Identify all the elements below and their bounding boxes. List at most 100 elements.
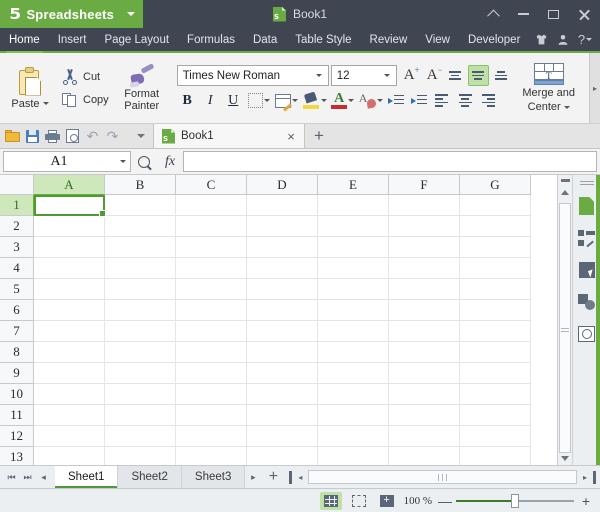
cell-b2[interactable]	[105, 216, 176, 237]
next-sheet-button[interactable]: ▸	[245, 466, 261, 488]
cell-c11[interactable]	[176, 405, 247, 426]
cell-a5[interactable]	[34, 279, 105, 300]
cell-e6[interactable]	[318, 300, 389, 321]
cell-d7[interactable]	[247, 321, 318, 342]
skin-icon[interactable]	[531, 27, 551, 52]
fill-color-button[interactable]	[302, 90, 328, 111]
row-header-12[interactable]: 12	[0, 426, 34, 447]
vertical-scroll-track[interactable]	[558, 199, 572, 453]
cell-g10[interactable]	[460, 384, 531, 405]
first-sheet-button[interactable]: ⏮	[5, 471, 18, 484]
column-header-a[interactable]: A	[34, 175, 105, 195]
sheet-tab-sheet2[interactable]: Sheet2	[118, 466, 182, 488]
align-center-button[interactable]	[455, 90, 476, 111]
tab-table-style[interactable]: Table Style	[286, 28, 360, 51]
cell-style-button[interactable]	[274, 90, 300, 111]
cell-c8[interactable]	[176, 342, 247, 363]
row-header-9[interactable]: 9	[0, 363, 34, 384]
tab-formulas[interactable]: Formulas	[178, 28, 244, 51]
cell-a2[interactable]	[34, 216, 105, 237]
tab-view[interactable]: View	[416, 28, 459, 51]
cell-g11[interactable]	[460, 405, 531, 426]
cell-c3[interactable]	[176, 237, 247, 258]
cell-g3[interactable]	[460, 237, 531, 258]
cell-f12[interactable]	[389, 426, 460, 447]
cell-a4[interactable]	[34, 258, 105, 279]
maximize-button[interactable]	[538, 0, 568, 28]
cell-e2[interactable]	[318, 216, 389, 237]
cell-c5[interactable]	[176, 279, 247, 300]
cell-b12[interactable]	[105, 426, 176, 447]
cell-f4[interactable]	[389, 258, 460, 279]
column-header-g[interactable]: G	[460, 175, 531, 195]
slider-knob[interactable]	[511, 493, 519, 508]
cell-g2[interactable]	[460, 216, 531, 237]
cell-f7[interactable]	[389, 321, 460, 342]
cell-b5[interactable]	[105, 279, 176, 300]
cell-a9[interactable]	[34, 363, 105, 384]
font-name-combobox[interactable]: Times New Roman	[176, 65, 329, 86]
cell-d10[interactable]	[247, 384, 318, 405]
format-painter-button[interactable]: Format Painter	[114, 55, 170, 121]
cell-g8[interactable]	[460, 342, 531, 363]
hscroll-left-stop[interactable]	[289, 470, 293, 484]
cell-d11[interactable]	[247, 405, 318, 426]
align-right-button[interactable]	[478, 90, 499, 111]
cell-g9[interactable]	[460, 363, 531, 384]
cell-a7[interactable]	[34, 321, 105, 342]
undo-icon[interactable]: ↶	[83, 127, 102, 146]
find-icon[interactable]	[131, 155, 157, 168]
scroll-down-button[interactable]	[558, 451, 572, 465]
cell-a10[interactable]	[34, 384, 105, 405]
customize-qat-icon[interactable]	[131, 127, 150, 146]
tab-review[interactable]: Review	[361, 28, 417, 51]
cell-c10[interactable]	[176, 384, 247, 405]
cell-a8[interactable]	[34, 342, 105, 363]
chevron-down-icon[interactable]	[380, 74, 394, 77]
row-header-5[interactable]: 5	[0, 279, 34, 300]
cell-g7[interactable]	[460, 321, 531, 342]
cell-c7[interactable]	[176, 321, 247, 342]
font-color-button[interactable]: A	[330, 90, 356, 111]
shrink-font-button[interactable]: A −	[422, 65, 443, 86]
underline-button[interactable]: U	[223, 90, 244, 111]
row-header-4[interactable]: 4	[0, 258, 34, 279]
align-left-button[interactable]	[432, 90, 453, 111]
help-icon[interactable]: ?	[575, 27, 595, 52]
normal-view-button[interactable]	[319, 491, 342, 510]
align-middle-button[interactable]	[467, 65, 489, 86]
vertical-scroll-thumb[interactable]	[559, 203, 571, 453]
new-document-icon[interactable]	[576, 195, 598, 217]
cell-e12[interactable]	[318, 426, 389, 447]
horizontal-scrollbar[interactable]: ◂ ▸	[285, 466, 600, 488]
cell-c2[interactable]	[176, 216, 247, 237]
sidebar-grip[interactable]	[579, 181, 594, 185]
collapse-ribbon-button[interactable]	[478, 0, 508, 28]
row-header-11[interactable]: 11	[0, 405, 34, 426]
cell-f1[interactable]	[389, 195, 460, 216]
hscroll-right-button[interactable]: ▸	[579, 473, 591, 482]
user-account-icon[interactable]	[553, 27, 573, 52]
cell-a11[interactable]	[34, 405, 105, 426]
cell-a3[interactable]	[34, 237, 105, 258]
cell-f13[interactable]	[389, 447, 460, 465]
cell-e13[interactable]	[318, 447, 389, 465]
object-icon[interactable]	[576, 291, 598, 313]
snapshot-icon[interactable]	[576, 323, 598, 345]
cell-e7[interactable]	[318, 321, 389, 342]
print-preview-icon[interactable]	[63, 127, 82, 146]
minimize-button[interactable]	[508, 0, 538, 28]
insert-function-icon[interactable]: fx	[157, 154, 183, 170]
column-header-e[interactable]: E	[318, 175, 389, 195]
tab-developer[interactable]: Developer	[459, 28, 529, 51]
ribbon-expand-button[interactable]: ▸	[589, 53, 600, 123]
cell-e4[interactable]	[318, 258, 389, 279]
cell-a6[interactable]	[34, 300, 105, 321]
row-header-3[interactable]: 3	[0, 237, 34, 258]
cell-d3[interactable]	[247, 237, 318, 258]
cell-d13[interactable]	[247, 447, 318, 465]
new-document-button[interactable]: +	[305, 124, 333, 148]
decrease-indent-button[interactable]	[386, 90, 407, 111]
cell-b9[interactable]	[105, 363, 176, 384]
last-sheet-button[interactable]: ⏭	[21, 471, 34, 484]
